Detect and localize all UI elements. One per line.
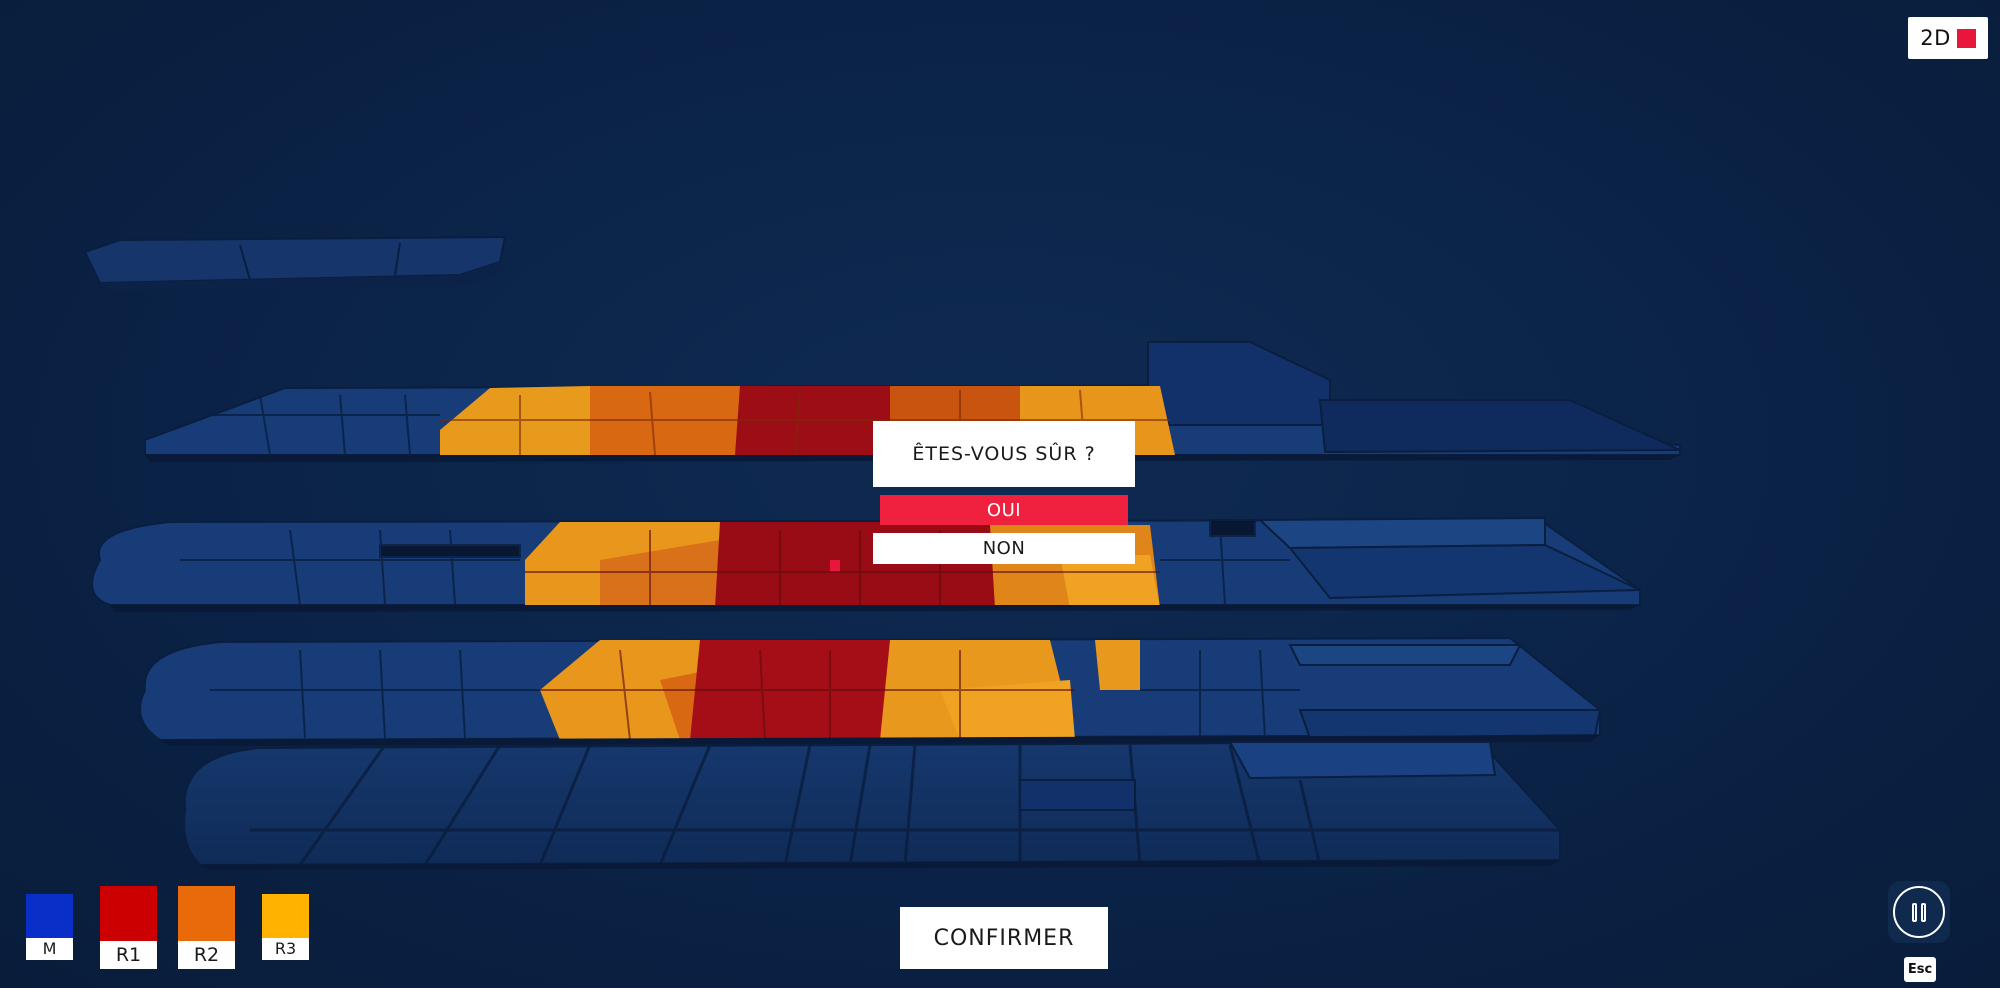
view-2d-toggle-button[interactable]: 2D <box>1908 17 1988 59</box>
legend-swatch <box>26 894 73 938</box>
legend-label: M <box>26 938 73 960</box>
pause-button[interactable] <box>1888 881 1950 943</box>
building-3d-view[interactable] <box>0 0 2000 988</box>
legend-item-r3: R3 <box>262 894 309 960</box>
legend-item-m: M <box>26 894 73 960</box>
legend-swatch <box>100 886 157 941</box>
view-indicator-icon <box>1956 28 1976 48</box>
esc-key-button[interactable]: Esc <box>1904 957 1936 982</box>
view-toggle-label: 2D <box>1920 26 1951 50</box>
legend-swatch <box>178 886 235 941</box>
floor-ground <box>183 740 1561 870</box>
no-button[interactable]: NON <box>873 533 1135 564</box>
confirm-button[interactable]: CONFIRMER <box>900 907 1108 969</box>
yes-button[interactable]: OUI <box>880 495 1128 525</box>
floor-level-1 <box>139 636 1602 746</box>
legend-swatch <box>262 894 309 938</box>
legend-label: R2 <box>178 941 235 969</box>
legend-item-r1: R1 <box>100 886 157 969</box>
floor-level-2 <box>91 516 1641 612</box>
legend-label: R3 <box>262 938 309 960</box>
floor-roof <box>83 235 507 290</box>
legend-label: R1 <box>100 941 157 969</box>
confirm-dialog-title: ÊTES-VOUS SÛR ? <box>873 421 1135 487</box>
legend-item-r2: R2 <box>178 886 235 969</box>
pause-icon <box>1893 886 1945 938</box>
